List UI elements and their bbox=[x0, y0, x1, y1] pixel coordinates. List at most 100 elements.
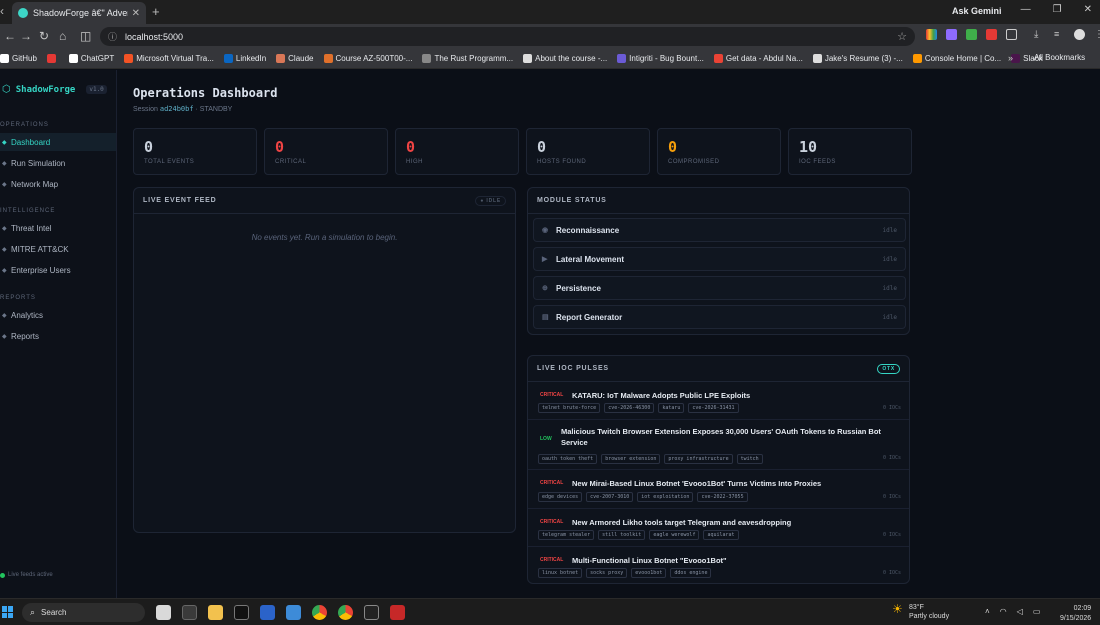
ioc-pulse-row[interactable]: CRITICAL New Armored Likho tools target T… bbox=[528, 509, 909, 547]
bookmark-item[interactable]: Intigriti - Bug Bount... bbox=[617, 54, 704, 63]
forward-icon[interactable]: → bbox=[20, 29, 32, 43]
tag-chip[interactable]: telegram stealer bbox=[538, 530, 595, 540]
chevron-up-icon[interactable]: ˄ bbox=[985, 607, 990, 616]
module-row[interactable]: ⊕ Persistence idle bbox=[533, 276, 906, 300]
all-bookmarks-button[interactable]: All Bookmarks bbox=[1034, 53, 1085, 62]
back-icon[interactable]: ← bbox=[4, 29, 16, 43]
sidebar-item-enterprise-users[interactable]: ◆ Enterprise Users bbox=[0, 261, 116, 279]
tag-chip[interactable]: still toolkit bbox=[598, 530, 646, 540]
new-tab-icon[interactable]: + bbox=[152, 4, 160, 19]
download-icon[interactable]: ⤓ bbox=[1034, 29, 1045, 40]
console-icon[interactable] bbox=[364, 605, 379, 620]
close-window-icon[interactable]: ✕ bbox=[1084, 4, 1092, 15]
wifi-icon[interactable]: ◠ bbox=[1000, 607, 1007, 616]
chrome-icon[interactable] bbox=[312, 605, 327, 620]
tag-chip[interactable]: eagle werewolf bbox=[649, 530, 700, 540]
extension-icon[interactable] bbox=[986, 29, 997, 40]
sidebar-item-analytics[interactable]: ◆ Analytics bbox=[0, 306, 116, 324]
chrome-icon[interactable] bbox=[338, 605, 353, 620]
tag-chip[interactable]: twitch bbox=[736, 454, 763, 464]
taskbar-search[interactable]: ⌕ Search bbox=[22, 603, 145, 622]
battery-icon[interactable]: ▭ bbox=[1033, 607, 1041, 616]
reload-icon[interactable]: ↻ bbox=[39, 29, 49, 43]
sidebar-item-threat-intel[interactable]: ◆ Threat Intel bbox=[0, 219, 116, 237]
extension-icon[interactable] bbox=[966, 29, 977, 40]
bookmark-item[interactable]: Microsoft Virtual Tra... bbox=[124, 54, 214, 63]
powershell-icon[interactable] bbox=[260, 605, 275, 620]
pulse-title[interactable]: New Mirai-Based Linux Botnet 'Evooo1Bot'… bbox=[572, 478, 892, 489]
tag-chip[interactable]: cve-2007-3010 bbox=[586, 492, 634, 502]
profile-avatar[interactable] bbox=[1074, 29, 1085, 40]
tag-chip[interactable]: telnet brute-force bbox=[538, 403, 601, 413]
browser-tab[interactable]: ShadowForge â€" Adversary Em ✕ bbox=[12, 2, 146, 24]
file-explorer-icon[interactable] bbox=[208, 605, 223, 620]
ioc-pulse-row[interactable]: CRITICAL KATARU: IoT Malware Adopts Publi… bbox=[528, 382, 909, 420]
windows-start-icon[interactable] bbox=[2, 606, 14, 618]
tag-chip[interactable]: kataru bbox=[658, 403, 685, 413]
pulse-title[interactable]: Malicious Twitch Browser Extension Expos… bbox=[561, 426, 881, 448]
pulse-title[interactable]: New Armored Likho tools target Telegram … bbox=[572, 517, 892, 528]
close-tab-icon[interactable]: ✕ bbox=[132, 8, 140, 19]
bookmark-item[interactable]: Course AZ-500T00-... bbox=[323, 54, 412, 63]
home-icon[interactable]: ⌂ bbox=[59, 29, 66, 43]
bookmark-item[interactable]: Jake's Resume (3) -... bbox=[812, 54, 903, 63]
snipping-tool-icon[interactable] bbox=[390, 605, 405, 620]
tag-chip[interactable]: iot exploitation bbox=[637, 492, 694, 502]
address-bar[interactable]: ⓘ localhost:5000 ☆ bbox=[100, 27, 915, 46]
bookmark-star-icon[interactable]: ☆ bbox=[897, 30, 907, 43]
pulse-title[interactable]: KATARU: IoT Malware Adopts Public LPE Ex… bbox=[572, 390, 892, 401]
module-row[interactable]: ◉ Reconnaissance idle bbox=[533, 218, 906, 242]
tag-chip[interactable]: socks proxy bbox=[586, 568, 628, 578]
side-panel-icon[interactable]: ◫ bbox=[80, 29, 91, 43]
sidebar-item-reports[interactable]: ◆ Reports bbox=[0, 327, 116, 345]
tag-chip[interactable]: evooo1bot bbox=[631, 568, 667, 578]
maximize-icon[interactable]: ❐ bbox=[1053, 4, 1062, 15]
bookmark-item[interactable]: Claude bbox=[276, 54, 314, 63]
volume-icon[interactable]: ◁ bbox=[1017, 607, 1023, 616]
sidebar-item-dashboard[interactable]: ◆ Dashboard bbox=[0, 133, 116, 151]
notepad-icon[interactable] bbox=[286, 605, 301, 620]
extension-icon[interactable] bbox=[926, 29, 937, 40]
sidebar-item-run-simulation[interactable]: ◆ Run Simulation bbox=[0, 154, 116, 172]
extensions-puzzle-icon[interactable] bbox=[1006, 29, 1017, 40]
module-row[interactable]: ▶ Lateral Movement idle bbox=[533, 247, 906, 271]
widgets-icon[interactable] bbox=[156, 605, 171, 620]
terminal-icon[interactable] bbox=[234, 605, 249, 620]
tag-chip[interactable]: linux botnet bbox=[538, 568, 583, 578]
tag-chip[interactable]: proxy infrastructure bbox=[664, 454, 733, 464]
ask-gemini-button[interactable]: Ask Gemini bbox=[952, 6, 1002, 16]
extension-icon[interactable] bbox=[946, 29, 957, 40]
sidebar-item-mitre-att-ck[interactable]: ◆ MITRE ATT&CK bbox=[0, 240, 116, 258]
tag-chip[interactable]: cve-2026-46300 bbox=[604, 403, 655, 413]
ioc-pulse-row[interactable]: CRITICAL New Mirai-Based Linux Botnet 'Ev… bbox=[528, 470, 909, 509]
ioc-pulse-row[interactable]: LOW Malicious Twitch Browser Extension Ex… bbox=[528, 420, 909, 470]
tag-chip[interactable]: aquilarat bbox=[703, 530, 739, 540]
site-info-icon[interactable]: ⓘ bbox=[108, 30, 117, 43]
sidebar-item-network-map[interactable]: ◆ Network Map bbox=[0, 175, 116, 193]
media-icon[interactable]: ≡ bbox=[1054, 29, 1065, 40]
bookmark-item[interactable]: GitHub bbox=[0, 54, 37, 63]
tag-chip[interactable]: cve-2026-31431 bbox=[688, 403, 739, 413]
bookmark-item[interactable]: Get data - Abdul Na... bbox=[713, 54, 803, 63]
tag-chip[interactable]: edge devices bbox=[538, 492, 583, 502]
tag-chip[interactable]: ddos engine bbox=[670, 568, 712, 578]
bookmark-item[interactable]: About the course -... bbox=[523, 54, 607, 63]
bookmark-item[interactable]: Console Home | Co... bbox=[912, 54, 1001, 63]
system-clock[interactable]: 02:09 9/15/2026 bbox=[1060, 604, 1091, 624]
module-row[interactable]: ▤ Report Generator idle bbox=[533, 305, 906, 329]
bookmark-item[interactable]: ChatGPT bbox=[68, 54, 114, 63]
task-view-icon[interactable] bbox=[182, 605, 197, 620]
tag-chip[interactable]: cve-2022-37055 bbox=[697, 492, 748, 502]
tag-chip[interactable]: oauth token theft bbox=[538, 454, 598, 464]
bookmark-item[interactable]: The Rust Programm... bbox=[422, 54, 513, 63]
bookmark-item[interactable] bbox=[46, 54, 59, 63]
tab-scroll-left-icon[interactable]: ‹ bbox=[0, 4, 4, 18]
brand[interactable]: ⬡ ShadowForge v1.0 bbox=[2, 84, 107, 95]
pulse-title[interactable]: Multi-Functional Linux Botnet "Evooo1Bot… bbox=[572, 555, 892, 566]
weather-widget[interactable]: ☀ 83°F Partly cloudy bbox=[892, 603, 949, 621]
bookmark-item[interactable]: LinkedIn bbox=[223, 54, 266, 63]
tag-chip[interactable]: browser extension bbox=[601, 454, 661, 464]
bookmarks-overflow-icon[interactable]: » bbox=[1008, 53, 1013, 63]
menu-kebab-icon[interactable]: ⋮ bbox=[1094, 29, 1100, 40]
ioc-pulse-row[interactable]: CRITICAL Multi-Functional Linux Botnet "E… bbox=[528, 547, 909, 583]
